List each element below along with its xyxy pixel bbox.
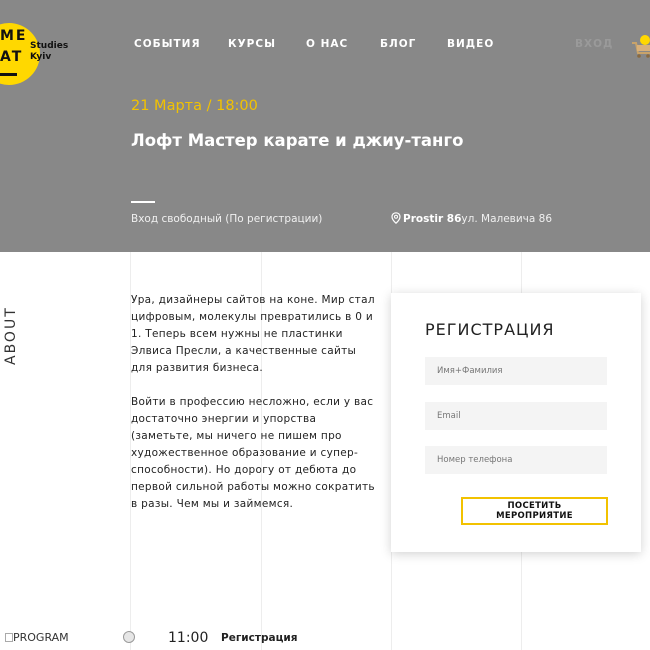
attend-event-button[interactable]: ПОСЕТИТЬ МЕРОПРИЯТИЕ (461, 497, 608, 525)
event-venue[interactable]: Prostir 86ул. Малевича 86 (391, 212, 552, 225)
about-paragraph: Ура, дизайнеры сайтов на коне. Мир стал … (131, 294, 375, 374)
nav-item-courses[interactable]: КУРСЫ (228, 38, 276, 50)
logo-studio-text: Studies (30, 41, 69, 51)
program-image-alt: PROGRAM (13, 631, 69, 644)
registration-title: РЕГИСТРАЦИЯ (425, 320, 555, 339)
program-image: PROGRAM (5, 631, 69, 644)
venue-address: ул. Малевича 86 (461, 213, 553, 225)
event-entry-info: Вход свободный (По регистрации) (131, 213, 323, 225)
event-title: Лофт Мастер карате и джиу-танго (131, 131, 464, 150)
event-date: 21 Марта / 18:00 (131, 98, 258, 114)
broken-image-icon (5, 633, 13, 642)
hero-divider (131, 201, 155, 203)
logo-text-line2: AT (0, 49, 24, 65)
logo-text-line1: ME (0, 28, 28, 44)
nav-item-events[interactable]: СОБЫТИЯ (134, 38, 201, 50)
nav-item-video[interactable]: ВИДЕО (447, 38, 494, 50)
logo-underline (0, 73, 17, 76)
location-pin-icon (391, 212, 401, 224)
event-hero: ME AT Studies Kyiv СОБЫТИЯ КУРСЫ О НАС Б… (0, 0, 650, 252)
nav-login-faded[interactable]: ВХОД (575, 38, 613, 50)
about-paragraph: Войти в профессию несложно, если у вас д… (131, 396, 375, 510)
nav-item-about[interactable]: О НАС (306, 38, 348, 50)
program-time: 11:00 (168, 630, 209, 646)
about-section-label: ABOUT (3, 306, 19, 365)
name-input[interactable] (425, 357, 607, 385)
timeline-dot (123, 631, 135, 643)
venue-name: Prostir 86 (403, 213, 462, 225)
about-description: Ура, дизайнеры сайтов на коне. Мир стал … (131, 292, 376, 530)
registration-form: РЕГИСТРАЦИЯ ПОСЕТИТЬ МЕРОПРИЯТИЕ (391, 293, 641, 552)
site-logo[interactable]: ME AT Studies Kyiv (0, 20, 80, 85)
cart-icon[interactable] (628, 34, 650, 60)
nav-item-blog[interactable]: БЛОГ (380, 38, 416, 50)
program-item-title: Регистрация (221, 632, 298, 644)
email-input[interactable] (425, 402, 607, 430)
phone-input[interactable] (425, 446, 607, 474)
logo-city-text: Kyiv (30, 52, 52, 62)
